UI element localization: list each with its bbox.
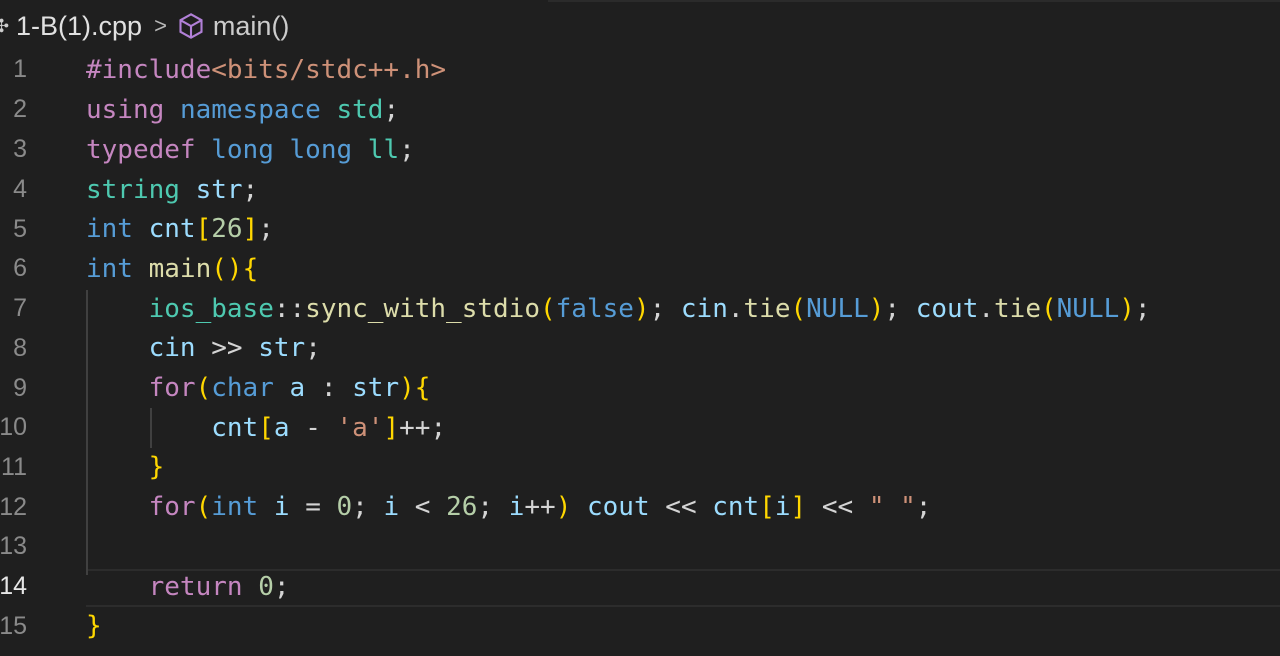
code-line[interactable]: #include<bits/stdc++.h> <box>86 55 446 85</box>
cube-icon <box>179 13 203 39</box>
line-number: 8 <box>13 334 27 362</box>
line-number: 4 <box>13 175 27 203</box>
code-line[interactable]: cin >> str; <box>86 333 321 363</box>
breadcrumb-symbol[interactable]: main() <box>213 11 290 42</box>
line-number: 12 <box>0 493 27 521</box>
breadcrumb: ✣ 1-B(1).cpp > main() <box>0 0 1280 52</box>
code-line[interactable]: int main(){ <box>86 254 258 284</box>
line-number: 10 <box>0 413 27 441</box>
line-number: 6 <box>13 254 27 282</box>
breadcrumb-file[interactable]: 1-B(1).cpp <box>16 11 142 42</box>
line-number: 2 <box>13 95 27 123</box>
line-number: 9 <box>13 374 27 402</box>
code-line-active[interactable]: return 0; <box>86 572 290 602</box>
code-line[interactable]: using namespace std; <box>86 95 399 125</box>
line-number-active: 14 <box>0 572 27 600</box>
line-number: 15 <box>0 612 27 640</box>
code-line[interactable]: for(int i = 0; i < 26; i++) cout << cnt[… <box>86 492 932 522</box>
code-line[interactable]: typedef long long ll; <box>86 135 415 165</box>
code-line[interactable]: } <box>86 611 102 641</box>
line-number: 13 <box>0 532 27 560</box>
file-icon: ✣ <box>0 15 10 36</box>
code-line[interactable]: string str; <box>86 175 258 205</box>
line-number: 7 <box>13 294 27 322</box>
code-line[interactable]: } <box>86 452 165 482</box>
code-line[interactable]: ios_base::sync_with_stdio(false); cin.ti… <box>86 294 1151 324</box>
line-number: 5 <box>13 215 27 243</box>
line-number: 11 <box>1 453 27 481</box>
code-line[interactable]: cnt[a - 'a']++; <box>86 413 446 443</box>
code-line[interactable]: int cnt[26]; <box>86 214 274 244</box>
line-number: 3 <box>13 135 27 163</box>
code-line[interactable]: for(char a : str){ <box>86 373 431 403</box>
chevron-right-icon: > <box>154 13 167 38</box>
line-number: 1 <box>13 55 27 83</box>
